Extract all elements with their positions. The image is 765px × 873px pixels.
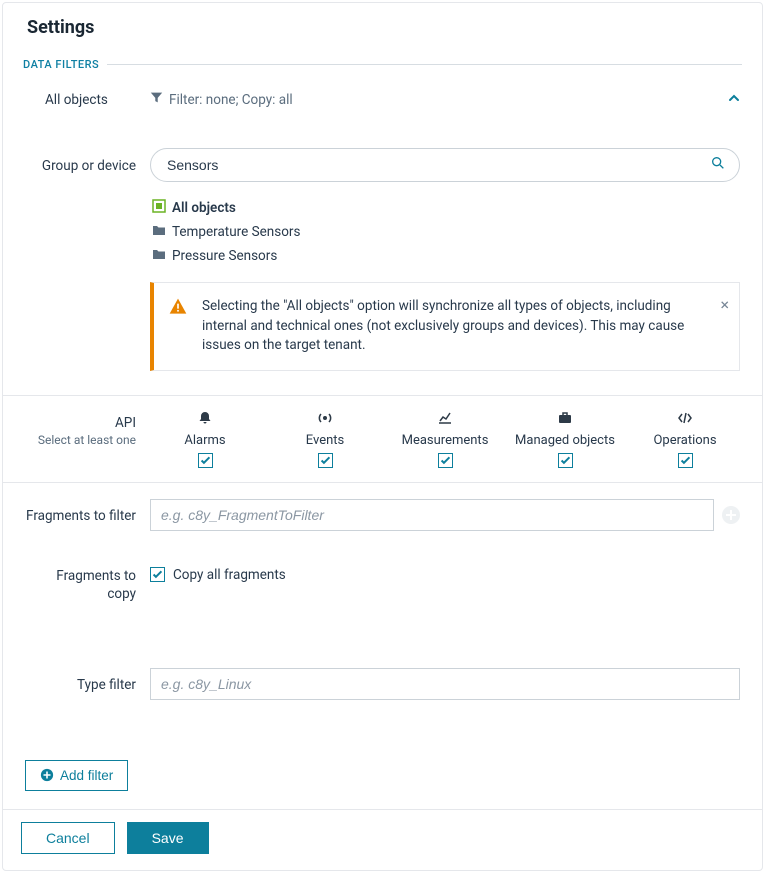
funnel-icon <box>150 91 163 108</box>
fragments-filter-label: Fragments to filter <box>25 507 150 525</box>
checkbox[interactable] <box>678 453 693 468</box>
type-filter-label: Type filter <box>25 676 150 694</box>
tree-item-all-objects[interactable]: All objects <box>152 196 740 220</box>
footer: Cancel Save <box>3 809 762 870</box>
api-item-label: Alarms <box>184 433 225 448</box>
copy-all-fragments-checkbox[interactable]: Copy all fragments <box>150 567 740 583</box>
api-row: API Select at least one Alarms Events Me… <box>3 395 762 483</box>
api-alarms[interactable]: Alarms <box>150 410 260 468</box>
checkbox[interactable] <box>318 453 333 468</box>
group-device-row: Group or device All objects <box>3 132 762 379</box>
cancel-button[interactable]: Cancel <box>21 822 115 854</box>
close-icon[interactable]: × <box>720 293 729 316</box>
briefcase-icon <box>557 410 573 430</box>
checkbox[interactable] <box>150 567 165 582</box>
api-item-label: Events <box>306 433 344 448</box>
api-managed-objects[interactable]: Managed objects <box>510 410 620 468</box>
panel-header: Settings <box>3 3 762 48</box>
page-title: Settings <box>27 17 738 38</box>
api-label: API <box>115 415 136 431</box>
section-label: DATA FILTERS <box>23 58 99 71</box>
api-sublabel: Select at least one <box>25 432 136 448</box>
add-filter-button[interactable]: Add filter <box>25 760 128 791</box>
settings-panel: Settings DATA FILTERS All objects Filter… <box>2 2 763 871</box>
tree-item-pressure[interactable]: Pressure Sensors <box>152 244 740 268</box>
add-fragment-icon[interactable] <box>722 506 740 524</box>
summary-objects: All objects <box>25 92 150 108</box>
tree-item-label: All objects <box>172 200 236 216</box>
checkbox-label: Copy all fragments <box>173 567 286 583</box>
tree-item-label: Temperature Sensors <box>172 224 300 240</box>
api-label-col: API Select at least one <box>25 410 150 468</box>
api-item-label: Operations <box>653 433 716 448</box>
fragments-copy-row: Fragments to copy Copy all fragments <box>3 567 762 612</box>
section-divider <box>107 64 742 65</box>
bell-icon <box>197 410 213 430</box>
save-button[interactable]: Save <box>127 822 209 854</box>
broadcast-icon <box>317 410 333 430</box>
group-device-label: Group or device <box>25 157 150 175</box>
fragments-copy-label: Fragments to copy <box>25 567 150 603</box>
fragments-filter-input[interactable] <box>150 499 714 531</box>
tree-item-label: Pressure Sensors <box>172 248 277 264</box>
group-device-search-input[interactable] <box>150 148 740 182</box>
checkbox[interactable] <box>438 453 453 468</box>
warning-triangle-icon <box>168 297 188 356</box>
api-operations[interactable]: Operations <box>630 410 740 468</box>
checkbox[interactable] <box>198 453 213 468</box>
object-tree: All objects Temperature Sensors Pressure… <box>150 196 740 268</box>
chevron-up-icon[interactable] <box>728 93 740 108</box>
chart-icon <box>437 410 453 430</box>
warning-box: Selecting the "All objects" option will … <box>150 282 740 371</box>
filter-summary-row[interactable]: All objects Filter: none; Copy: all <box>3 75 762 132</box>
api-item-label: Measurements <box>402 433 489 448</box>
folder-icon <box>152 223 166 241</box>
api-events[interactable]: Events <box>270 410 380 468</box>
section-header: DATA FILTERS <box>3 54 762 75</box>
type-filter-row: Type filter <box>3 668 762 708</box>
code-icon <box>677 410 693 430</box>
summary-filter-text: Filter: none; Copy: all <box>169 92 293 108</box>
summary-filter: Filter: none; Copy: all <box>150 91 700 108</box>
allobjects-icon <box>152 199 166 217</box>
fragments-filter-row: Fragments to filter <box>3 483 762 539</box>
search-icon[interactable] <box>710 155 726 175</box>
warning-text: Selecting the "All objects" option will … <box>202 297 705 356</box>
api-measurements[interactable]: Measurements <box>390 410 500 468</box>
api-grid: Alarms Events Measurements Managed objec… <box>150 410 740 468</box>
api-item-label: Managed objects <box>515 433 615 448</box>
folder-icon <box>152 247 166 265</box>
add-filter-label: Add filter <box>60 768 113 783</box>
checkbox[interactable] <box>558 453 573 468</box>
type-filter-input[interactable] <box>150 668 740 700</box>
tree-item-temperature[interactable]: Temperature Sensors <box>152 220 740 244</box>
